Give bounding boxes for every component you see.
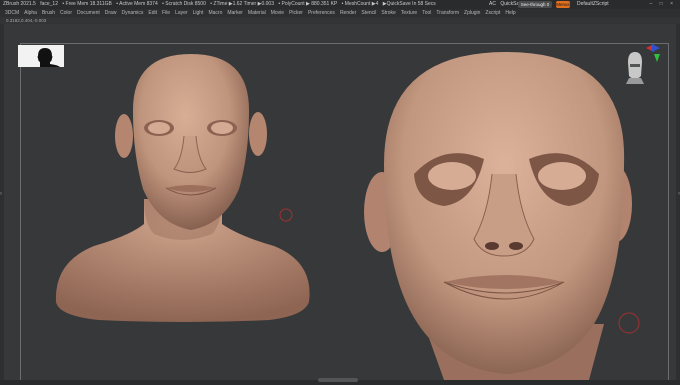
status-line: 0.3182,0.404,-0.003 bbox=[0, 17, 680, 24]
bottom-shelf bbox=[0, 378, 680, 385]
default-zscript-button[interactable]: DefaultZScript bbox=[577, 0, 609, 9]
menu-item-tool[interactable]: Tool bbox=[422, 10, 431, 16]
menu-item-alpha[interactable]: Alpha bbox=[24, 10, 37, 16]
brush-cursor-icon bbox=[279, 208, 293, 222]
menu-item-movie[interactable]: Movie bbox=[271, 10, 284, 16]
menu-item-macro[interactable]: Macro bbox=[208, 10, 222, 16]
menu-item-edit[interactable]: Edit bbox=[148, 10, 157, 16]
axis-gizmo-icon[interactable] bbox=[646, 44, 660, 62]
document-canvas[interactable] bbox=[4, 24, 676, 380]
menu-bar: 3DCM Alpha Brush Color Document Draw Dynamics E… bbox=[0, 9, 680, 17]
menu-item-document[interactable]: Document bbox=[77, 10, 100, 16]
menu-item-light[interactable]: Light bbox=[193, 10, 204, 16]
menu-item-picker[interactable]: Picker bbox=[289, 10, 303, 16]
right-tray[interactable] bbox=[676, 24, 680, 380]
menu-item-dynamics[interactable]: Dynamics bbox=[121, 10, 143, 16]
menu-item-brush[interactable]: Brush bbox=[42, 10, 55, 16]
sculpt-scene bbox=[55, 44, 660, 380]
menu-item-draw[interactable]: Draw bbox=[105, 10, 117, 16]
menu-item-marker[interactable]: Marker bbox=[227, 10, 243, 16]
brush-cursor-icon bbox=[618, 312, 640, 334]
menu-item-zscript[interactable]: Zscript bbox=[485, 10, 500, 16]
menu-item-render[interactable]: Render bbox=[340, 10, 356, 16]
menu-item-texture[interactable]: Texture bbox=[401, 10, 417, 16]
coordinates-readout: 0.3182,0.404,-0.003 bbox=[6, 18, 47, 23]
menu-item-file[interactable]: File bbox=[162, 10, 170, 16]
ac-label: AC bbox=[489, 1, 496, 7]
menu-item-preferences[interactable]: Preferences bbox=[308, 10, 335, 16]
menu-item-layer[interactable]: Layer bbox=[175, 10, 188, 16]
menu-item-transform[interactable]: Transform bbox=[436, 10, 459, 16]
menu-item-material[interactable]: Material bbox=[248, 10, 266, 16]
menu-item-3dcm[interactable]: 3DCM bbox=[5, 10, 19, 16]
menus-button[interactable]: Menus bbox=[556, 1, 570, 8]
see-through-slider[interactable]: See-through 0 bbox=[518, 1, 552, 8]
window-controls[interactable]: – □ × bbox=[650, 0, 677, 9]
menu-item-color[interactable]: Color bbox=[60, 10, 72, 16]
bust-sculpt-left[interactable] bbox=[55, 54, 310, 322]
shelf-handle[interactable] bbox=[318, 378, 358, 382]
head-sculpt-right[interactable] bbox=[364, 52, 632, 380]
menu-item-stroke[interactable]: Stroke bbox=[381, 10, 395, 16]
menu-item-stencil[interactable]: Stencil bbox=[361, 10, 376, 16]
menu-item-zplugin[interactable]: Zplugin bbox=[464, 10, 480, 16]
menu-item-help[interactable]: Help bbox=[505, 10, 515, 16]
head-navigator-icon[interactable] bbox=[626, 52, 644, 84]
left-tray-arrow-icon[interactable]: › bbox=[0, 191, 2, 197]
